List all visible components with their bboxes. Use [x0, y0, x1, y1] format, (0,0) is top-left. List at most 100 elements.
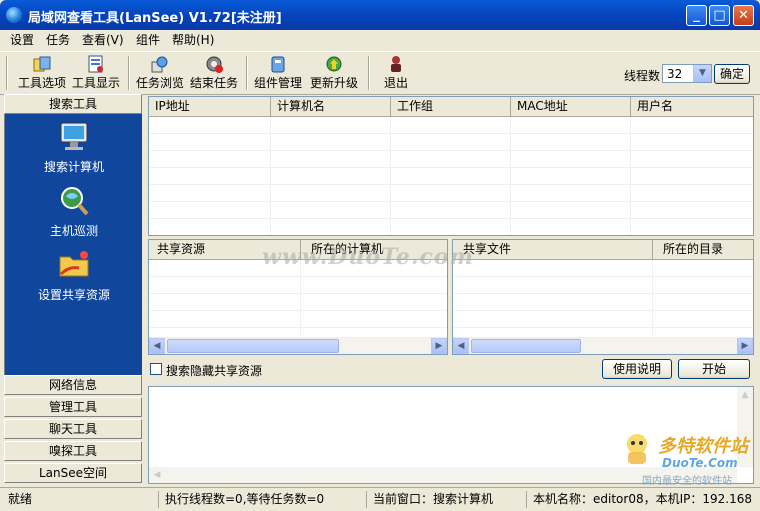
- menu-tasks[interactable]: 任务: [46, 32, 70, 48]
- scroll-left-arrow[interactable]: ◀: [453, 338, 469, 354]
- status-ready: 就绪: [8, 492, 33, 506]
- close-icon: ✕: [738, 8, 749, 23]
- corner-logo-text: 多特软件站: [658, 436, 748, 457]
- section-network-info[interactable]: 网络信息: [4, 375, 142, 395]
- mascot-logo-icon: [627, 434, 647, 464]
- computers-table-body: [149, 117, 753, 235]
- update-button[interactable]: 更新升级: [306, 53, 362, 93]
- tool-display-button[interactable]: 工具显示: [70, 53, 122, 93]
- app-globe-icon: [6, 7, 22, 23]
- search-tools-pane: 搜索计算机 主机巡测 设置共享资源: [4, 114, 142, 376]
- end-task-button[interactable]: 结束任务: [188, 53, 240, 93]
- scroll-right-arrow[interactable]: ▶: [431, 338, 447, 354]
- maximize-icon: □: [713, 8, 726, 23]
- toolbar-grip: [6, 56, 8, 90]
- scroll-left-arrow[interactable]: ◀: [149, 338, 165, 354]
- set-share-label: 设置共享资源: [37, 288, 110, 302]
- column-header-mac[interactable]: MAC地址: [511, 97, 631, 116]
- status-host-info: 本机名称：editor08，本机IP：192.168: [526, 491, 760, 508]
- status-current-window: 当前窗口：搜索计算机: [366, 491, 526, 508]
- column-header-computer-name[interactable]: 计算机名: [271, 97, 391, 116]
- toolbar-separator: [246, 56, 248, 90]
- task-browse-label: 任务浏览: [135, 76, 184, 90]
- menu-help[interactable]: 帮助(H): [172, 32, 214, 48]
- exit-icon: [391, 56, 401, 72]
- chevron-down-icon[interactable]: ▼: [693, 65, 711, 82]
- end-task-icon: [206, 56, 223, 73]
- column-header-username[interactable]: 用户名: [631, 97, 753, 116]
- toolbar-separator: [368, 56, 370, 90]
- search-computer-label: 搜索计算机: [43, 160, 104, 174]
- exit-label: 退出: [383, 76, 408, 90]
- minimize-button[interactable]: _: [686, 5, 707, 26]
- menu-settings[interactable]: 设置: [10, 32, 34, 48]
- task-browse-icon: [151, 56, 168, 73]
- monitor-icon: [60, 122, 88, 150]
- status-tasks: 执行线程数=0,等待任务数=0: [158, 491, 366, 508]
- close-button[interactable]: ✕: [733, 5, 754, 26]
- files-horizontal-scrollbar[interactable]: ◀ ▶: [453, 337, 753, 354]
- scroll-up-arrow[interactable]: ▲: [737, 387, 753, 403]
- center-watermark: www.DuoTe.com: [262, 244, 474, 270]
- computers-table[interactable]: IP地址 计算机名 工作组 MAC地址 用户名: [148, 96, 754, 236]
- confirm-button[interactable]: 确定: [714, 64, 750, 84]
- magnifier-globe-icon: [61, 187, 89, 216]
- threads-value: 32: [667, 67, 683, 81]
- end-task-label: 结束任务: [189, 76, 238, 90]
- search-hidden-label[interactable]: 搜索隐藏共享资源: [166, 362, 262, 379]
- tool-options-button[interactable]: 工具选项: [16, 53, 68, 93]
- files-table[interactable]: 共享文件 所在的目录 ◀ ▶: [452, 239, 754, 355]
- corner-slogan-text: 国内最安全的软件站: [642, 476, 732, 487]
- update-icon: [326, 56, 342, 72]
- left-panel: 搜索工具 搜索计算机 主机巡测 设置共享资源 网络信息 管理工具 聊天工具 嗅探…: [4, 94, 142, 484]
- tool-options-label: 工具选项: [17, 76, 66, 90]
- section-chat-tools[interactable]: 聊天工具: [4, 419, 142, 439]
- threads-label: 线程数: [624, 69, 661, 83]
- search-computer-tool[interactable]: 搜索计算机: [5, 120, 143, 175]
- search-tools-header[interactable]: 搜索工具: [4, 94, 142, 114]
- corner-watermark: 多特软件站 DuoTe.Com 国内最安全的软件站: [622, 430, 752, 487]
- section-sniffer-tools[interactable]: 嗅探工具: [4, 441, 142, 461]
- scroll-right-arrow[interactable]: ▶: [737, 338, 753, 354]
- toolbar-separator: [128, 56, 130, 90]
- host-scan-label: 主机巡测: [49, 224, 98, 238]
- shares-table-body: [149, 260, 447, 338]
- menu-components[interactable]: 组件: [136, 32, 160, 48]
- menu-view[interactable]: 查看(V): [82, 32, 124, 48]
- column-header-shared-file[interactable]: 共享文件: [453, 240, 653, 259]
- shares-horizontal-scrollbar[interactable]: ◀ ▶: [149, 337, 447, 354]
- menu-bar: 设置 任务 查看(V) 组件 帮助(H): [0, 30, 760, 50]
- maximize-button[interactable]: □: [709, 5, 730, 26]
- column-header-ip[interactable]: IP地址: [149, 97, 271, 116]
- tool-display-label: 工具显示: [71, 76, 120, 90]
- files-table-header: 共享文件 所在的目录: [453, 240, 753, 260]
- scroll-thumb[interactable]: [471, 339, 581, 353]
- component-manage-button[interactable]: 组件管理: [252, 53, 304, 93]
- title-bar[interactable]: 局域网查看工具(LanSee) V1.72[未注册] _ □ ✕: [0, 0, 760, 30]
- status-bar: 就绪 执行线程数=0,等待任务数=0 当前窗口：搜索计算机 本机名称：edito…: [0, 487, 760, 511]
- component-manage-label: 组件管理: [253, 76, 302, 90]
- tool-options-icon: [33, 56, 51, 72]
- files-table-body: [453, 260, 753, 338]
- corner-url-text: DuoTe.Com: [662, 456, 738, 470]
- section-management-tools[interactable]: 管理工具: [4, 397, 142, 417]
- scroll-left-arrow[interactable]: ◀: [149, 467, 165, 483]
- minimize-icon: _: [693, 8, 700, 23]
- host-scan-tool[interactable]: 主机巡测: [5, 184, 143, 239]
- scroll-thumb[interactable]: [167, 339, 339, 353]
- shared-folder-icon: [59, 251, 89, 277]
- threads-select[interactable]: 32 ▼: [662, 64, 712, 83]
- computers-table-header: IP地址 计算机名 工作组 MAC地址 用户名: [149, 97, 753, 117]
- section-lansee-space[interactable]: LanSee空间: [4, 463, 142, 483]
- update-label: 更新升级: [309, 76, 358, 90]
- start-button[interactable]: 开始: [678, 359, 750, 379]
- component-manage-icon: [271, 56, 285, 73]
- column-header-directory[interactable]: 所在的目录: [653, 240, 753, 259]
- help-button[interactable]: 使用说明: [602, 359, 672, 379]
- column-header-workgroup[interactable]: 工作组: [391, 97, 511, 116]
- exit-button[interactable]: 退出: [374, 53, 418, 93]
- window-title: 局域网查看工具(LanSee) V1.72[未注册]: [28, 11, 282, 26]
- task-browse-button[interactable]: 任务浏览: [134, 53, 186, 93]
- set-share-tool[interactable]: 设置共享资源: [5, 248, 143, 303]
- search-hidden-checkbox[interactable]: [150, 363, 162, 375]
